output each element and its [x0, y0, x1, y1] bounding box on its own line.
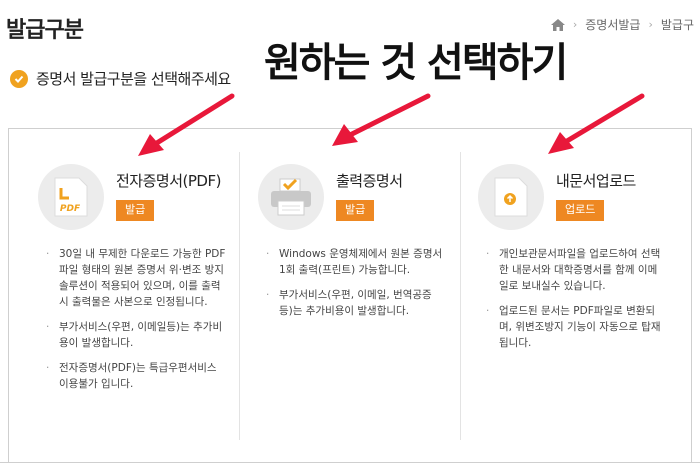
list-item: 전자증명서(PDF)는 특급우편서비스 이용불가 입니다. [46, 360, 226, 392]
annotation-caption: 원하는 것 선택하기 [264, 40, 568, 86]
list-item: 업로드된 문서는 PDF파일로 변환되며, 위변조방지 기능이 자동으로 탑재됩… [486, 303, 666, 351]
option-description: 개인보관문서파일을 업로드하여 선택한 내문서와 대학증명서를 함께 이메일로 … [486, 246, 666, 360]
panel-border-left [8, 128, 9, 462]
list-item: 개인보관문서파일을 업로드하여 선택한 내문서와 대학증명서를 함께 이메일로 … [486, 246, 666, 294]
page-title: 발급구분 [6, 18, 84, 43]
list-item: 부가서비스(우편, 이메일, 번역공증 등)는 추가비용이 발생합니다. [266, 287, 446, 319]
list-item: Windows 운영체제에서 원본 증명서 1회 출력(프린트) 가능합니다. [266, 246, 446, 278]
subtitle-row: 증명서 발급구분을 선택해주세요 [10, 68, 231, 89]
chevron-right-icon: › [572, 18, 578, 31]
svg-text:PDF: PDF [60, 204, 81, 214]
annotation-arrow-icon [332, 93, 431, 146]
home-icon[interactable] [550, 18, 565, 31]
printer-icon [258, 164, 324, 230]
breadcrumb: › 증명서발급 › 발급구 [550, 16, 694, 33]
option-description: 30일 내 무제한 다운로드 가능한 PDF 파일 형태의 원본 증명서 위·변… [46, 246, 226, 401]
annotation-arrow-icon [138, 93, 235, 156]
option-title: 내문서업로드 [556, 172, 636, 190]
list-item: 부가서비스(우편, 이메일등)는 추가비용이 발생합니다. [46, 319, 226, 351]
upload-button[interactable]: 업로드 [556, 200, 605, 221]
panel-border-right [691, 128, 692, 462]
subtitle: 증명서 발급구분을 선택해주세요 [36, 70, 231, 88]
option-card-upload: 내문서업로드 업로드 개인보관문서파일을 업로드하여 선택한 내문서와 대학증명… [450, 150, 672, 440]
breadcrumb-item[interactable]: 증명서발급 [585, 16, 640, 33]
issue-pdf-button[interactable]: 발급 [116, 200, 155, 221]
breadcrumb-item-current: 발급구 [660, 18, 694, 32]
chevron-right-icon: › [648, 18, 653, 31]
option-description: Windows 운영체제에서 원본 증명서 1회 출력(프린트) 가능합니다. … [266, 246, 446, 328]
pdf-file-icon: PDF [38, 164, 104, 230]
option-card-print: 출력증명서 발급 Windows 운영체제에서 원본 증명서 1회 출력(프린트… [230, 150, 452, 440]
check-icon [10, 69, 28, 88]
upload-file-icon [478, 164, 544, 230]
panel-border-bottom [0, 462, 700, 463]
list-item: 30일 내 무제한 다운로드 가능한 PDF 파일 형태의 원본 증명서 위·변… [46, 246, 226, 310]
option-card-pdf: PDF 전자증명서(PDF) 발급 30일 내 무제한 다운로드 가능한 PDF… [10, 150, 232, 440]
annotation-arrow-icon [548, 93, 645, 154]
issue-print-button[interactable]: 발급 [336, 200, 375, 221]
option-title: 출력증명서 [336, 172, 403, 190]
option-title: 전자증명서(PDF) [116, 172, 221, 190]
